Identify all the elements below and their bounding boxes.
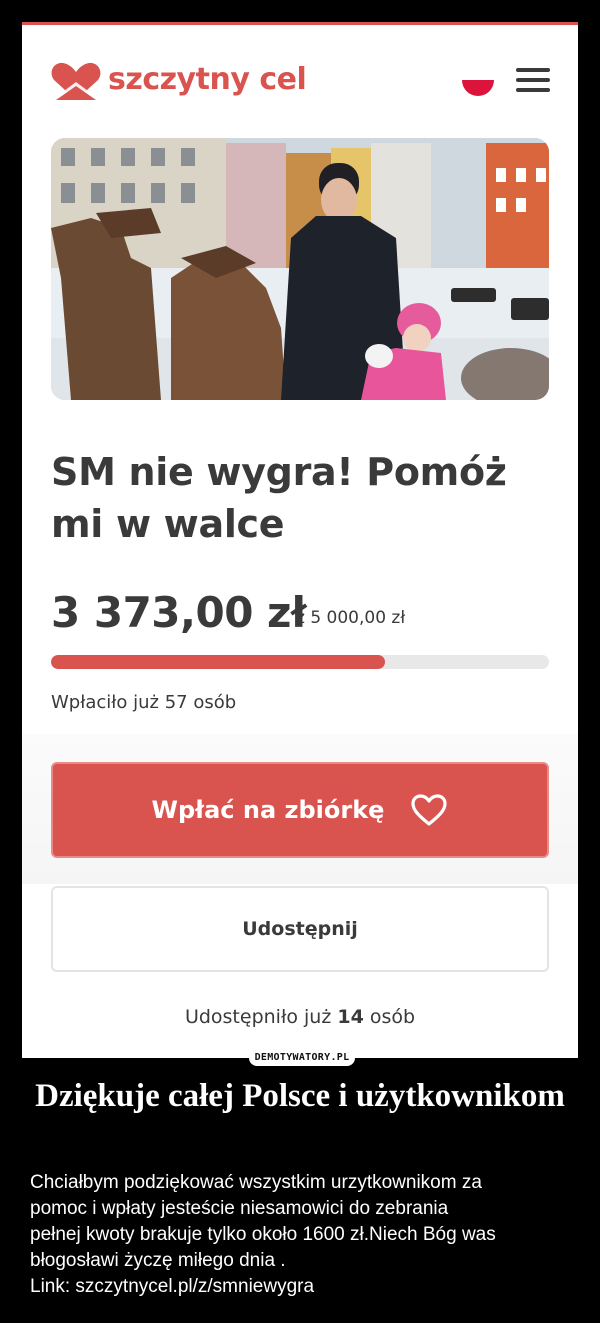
campaign-photo [51,138,549,400]
caption-title: Dziękuje całej Polsce i użytkownikom [35,1078,565,1114]
top-accent-line [22,22,578,25]
donate-button[interactable]: Wpłać na zbiórkę [51,762,549,858]
share-button[interactable]: Udostępnij [51,886,549,972]
caption-link[interactable]: Link: szczytnycel.pl/z/smniewygra [30,1274,575,1300]
caption-line: pomoc i wpłaty jesteście niesamowici do … [30,1198,449,1219]
progress-bar [51,655,549,669]
goal-amount: z 5 000,00 zł [296,608,406,628]
progress-fill [51,655,385,669]
watermark: DEMOTYWATORY.PL [249,1050,355,1066]
raised-amount: 3 373,00 zł [51,588,307,637]
caption-line: Chciałbym podziękować wszystkim urzytkow… [30,1172,482,1193]
shared-prefix: Udostępniło już [184,1006,338,1028]
caption-line: pełnej kwoty brakuje tylko około 1600 zł… [30,1224,496,1245]
poland-flag-icon[interactable] [462,64,494,96]
screenshot-frame: szczytny cel SM nie wygra! Pomóż mi w wa… [22,22,578,1058]
caption-line: błogosławi życzę miłego dnia . [30,1250,286,1271]
shared-count-text: Udostępniło już 14 osób [22,1006,578,1028]
caption-body: Chciałbym podziękować wszystkim urzytkow… [30,1170,575,1300]
donors-count-text: Wpłaciło już 57 osób [51,692,237,713]
donate-button-label: Wpłać na zbiórkę [151,796,385,824]
campaign-title: SM nie wygra! Pomóż mi w walce [51,450,507,546]
share-button-label: Udostępnij [242,918,358,940]
heart-icon [411,794,448,826]
shared-count: 14 [337,1006,364,1028]
logo-heart-icon[interactable] [50,60,102,102]
logo-text[interactable]: szczytny cel [108,62,307,97]
shared-suffix: osób [363,1006,416,1028]
hamburger-menu-icon[interactable] [516,68,550,94]
